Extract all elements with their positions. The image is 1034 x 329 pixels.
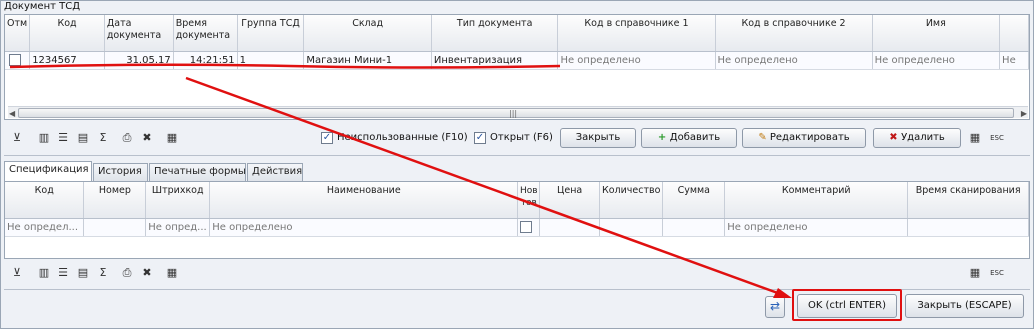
arrow-annotation [185, 76, 787, 298]
underline-annotation [9, 63, 561, 69]
annotation-overlay [9, 63, 792, 298]
arrow-head-icon [773, 288, 792, 298]
